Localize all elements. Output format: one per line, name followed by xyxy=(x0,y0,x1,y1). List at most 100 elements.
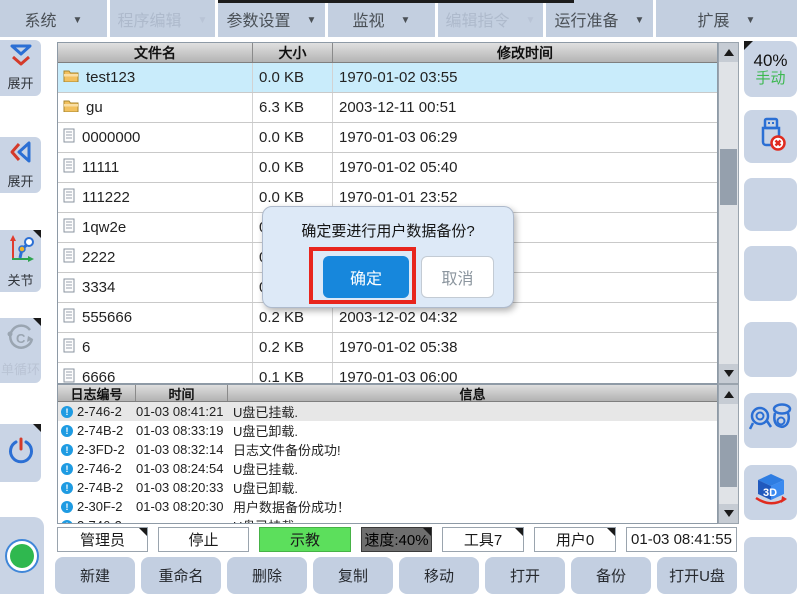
log-message: U盘已挂载. xyxy=(228,516,717,524)
usb-eject-button[interactable] xyxy=(744,110,797,163)
status-teach-mode[interactable]: 示教 xyxy=(259,527,351,552)
list-item[interactable]: !2-30F-201-03 08:20:30用户数据备份成功！ xyxy=(58,497,717,516)
list-item[interactable]: !2-746-201-03 08:41:21U盘已挂载. xyxy=(58,402,717,421)
table-row[interactable]: 00000000.0 KB1970-01-03 06:29 xyxy=(58,123,717,153)
log-table: 日志编号 时间 信息 !2-746-201-03 08:41:21U盘已挂载.!… xyxy=(57,384,718,524)
file-name: 6 xyxy=(82,339,90,356)
log-message: U盘已卸载. xyxy=(228,478,717,497)
log-rows: !2-746-201-03 08:41:21U盘已挂载.!2-74B-201-0… xyxy=(58,402,717,524)
status-speed[interactable]: 速度:40% xyxy=(361,527,432,552)
info-icon: ! xyxy=(61,444,73,456)
usb-eject-icon xyxy=(755,116,787,157)
log-time: 01-03 08:20:30 xyxy=(136,499,228,514)
bottom-button-4[interactable]: 复制 xyxy=(313,557,393,594)
table-row[interactable]: 60.2 KB1970-01-02 05:38 xyxy=(58,333,717,363)
sidebar-empty-button-3[interactable] xyxy=(744,322,797,377)
chevron-down-icon xyxy=(401,10,411,28)
file-name: 111222 xyxy=(82,189,130,206)
column-header-size[interactable]: 大小 xyxy=(253,43,333,62)
list-item[interactable]: !2-3FD-201-03 08:32:14日志文件备份成功! xyxy=(58,440,717,459)
log-table-scrollbar[interactable] xyxy=(718,384,739,524)
sidebar-joint-button[interactable]: 关节 xyxy=(0,230,41,292)
sidebar-label: 展开 xyxy=(7,171,33,190)
file-icon xyxy=(63,368,75,384)
scrollbar-thumb[interactable] xyxy=(720,149,737,205)
menu-item-7[interactable]: 扩展 xyxy=(656,0,797,37)
menu-item-label: 监视 xyxy=(353,7,385,31)
scroll-up-icon[interactable] xyxy=(719,43,738,62)
file-icon xyxy=(63,218,75,237)
log-message: U盘已挂载. xyxy=(228,459,717,478)
file-icon xyxy=(63,248,75,267)
log-time: 01-03 08:33:19 xyxy=(136,423,228,438)
svg-text:3D: 3D xyxy=(763,487,777,499)
menu-item-4[interactable]: 监视 xyxy=(328,0,435,37)
servo-ready-button[interactable] xyxy=(0,517,44,594)
3d-view-button[interactable]: 3D xyxy=(744,465,797,520)
gamepad-icon xyxy=(749,401,793,440)
scroll-up-icon[interactable] xyxy=(719,385,738,404)
list-item[interactable]: !2-74B-201-03 08:20:33U盘已卸载. xyxy=(58,478,717,497)
log-code: 2-74B-2 xyxy=(77,423,123,438)
chevron-down-icon xyxy=(73,10,83,28)
column-header-log-code[interactable]: 日志编号 xyxy=(58,385,136,401)
table-row[interactable]: 66660.1 KB1970-01-03 06:00 xyxy=(58,363,717,384)
file-name: 11111 xyxy=(82,159,119,176)
list-item[interactable]: !2-746-2U盘已挂载. xyxy=(58,516,717,524)
speed-mode-button[interactable]: 40% 手动 xyxy=(744,41,797,97)
cancel-button[interactable]: 取消 xyxy=(421,256,494,298)
manual-mode-label: 手动 xyxy=(755,70,785,87)
bottom-button-3[interactable]: 删除 xyxy=(227,557,307,594)
bottom-button-2[interactable]: 重命名 xyxy=(141,557,221,594)
chevron-down-icon xyxy=(635,10,645,28)
file-table-scrollbar[interactable] xyxy=(718,42,739,384)
table-row[interactable]: test1230.0 KB1970-01-02 03:55 xyxy=(58,63,717,93)
bottom-button-5[interactable]: 移动 xyxy=(399,557,479,594)
bottom-button-6[interactable]: 打开 xyxy=(485,557,565,594)
sidebar-empty-button-4[interactable] xyxy=(744,537,797,594)
column-header-mtime[interactable]: 修改时间 xyxy=(333,43,717,62)
column-header-log-time[interactable]: 时间 xyxy=(136,385,228,401)
file-size: 0.0 KB xyxy=(253,153,333,182)
sidebar-power-button[interactable] xyxy=(0,424,41,482)
bottom-button-8[interactable]: 打开U盘 xyxy=(657,557,737,594)
list-item[interactable]: !2-74B-201-03 08:33:19U盘已卸载. xyxy=(58,421,717,440)
column-header-filename[interactable]: 文件名 xyxy=(58,43,253,62)
log-code: 2-3FD-2 xyxy=(77,442,125,457)
log-message: 日志文件备份成功! xyxy=(228,440,717,459)
menu-item-3[interactable]: 参数设置 xyxy=(218,0,325,37)
scroll-down-icon[interactable] xyxy=(719,364,738,383)
3d-cube-icon: 3D xyxy=(752,472,790,513)
log-code: 2-746-2 xyxy=(77,461,122,476)
menu-item-1[interactable]: 系统 xyxy=(0,0,107,37)
file-mtime: 1970-01-02 05:38 xyxy=(333,333,717,362)
top-focus-line xyxy=(218,0,574,3)
status-user-level[interactable]: 管理员 xyxy=(57,527,148,552)
menu-item-6[interactable]: 运行准备 xyxy=(546,0,653,37)
sidebar-expand-left-button[interactable]: 展开 xyxy=(0,137,41,193)
sidebar-empty-button-2[interactable] xyxy=(744,246,797,301)
status-run-state[interactable]: 停止 xyxy=(158,527,249,552)
list-item[interactable]: !2-746-201-03 08:24:54U盘已挂载. xyxy=(58,459,717,478)
file-name: 6666 xyxy=(82,369,115,384)
jog-controller-button[interactable] xyxy=(744,393,797,448)
scroll-down-icon[interactable] xyxy=(719,504,738,523)
menu-item-5: 编辑指令 xyxy=(438,0,543,37)
sidebar-expand-down-button[interactable]: 展开 xyxy=(0,40,41,96)
bottom-button-1[interactable]: 新建 xyxy=(55,557,135,594)
status-tool[interactable]: 工具7 xyxy=(442,527,524,552)
scrollbar-thumb[interactable] xyxy=(720,435,737,487)
column-header-log-message[interactable]: 信息 xyxy=(228,385,717,401)
confirm-button[interactable]: 确定 xyxy=(323,256,409,298)
file-icon xyxy=(63,308,75,327)
bottom-button-7[interactable]: 备份 xyxy=(571,557,651,594)
log-code: 2-746-2 xyxy=(77,404,122,419)
table-row[interactable]: gu6.3 KB2003-12-11 00:51 xyxy=(58,93,717,123)
file-name: 1qw2e xyxy=(82,219,126,236)
chevron-down-icon xyxy=(198,10,208,28)
teach-pendant-screen: 系统程序编辑参数设置监视编辑指令运行准备扩展 展开 展开 xyxy=(0,0,797,594)
status-user-frame[interactable]: 用户0 xyxy=(534,527,616,552)
table-row[interactable]: 111110.0 KB1970-01-02 05:40 xyxy=(58,153,717,183)
log-message: U盘已挂载. xyxy=(228,402,717,421)
sidebar-empty-button-1[interactable] xyxy=(744,178,797,231)
